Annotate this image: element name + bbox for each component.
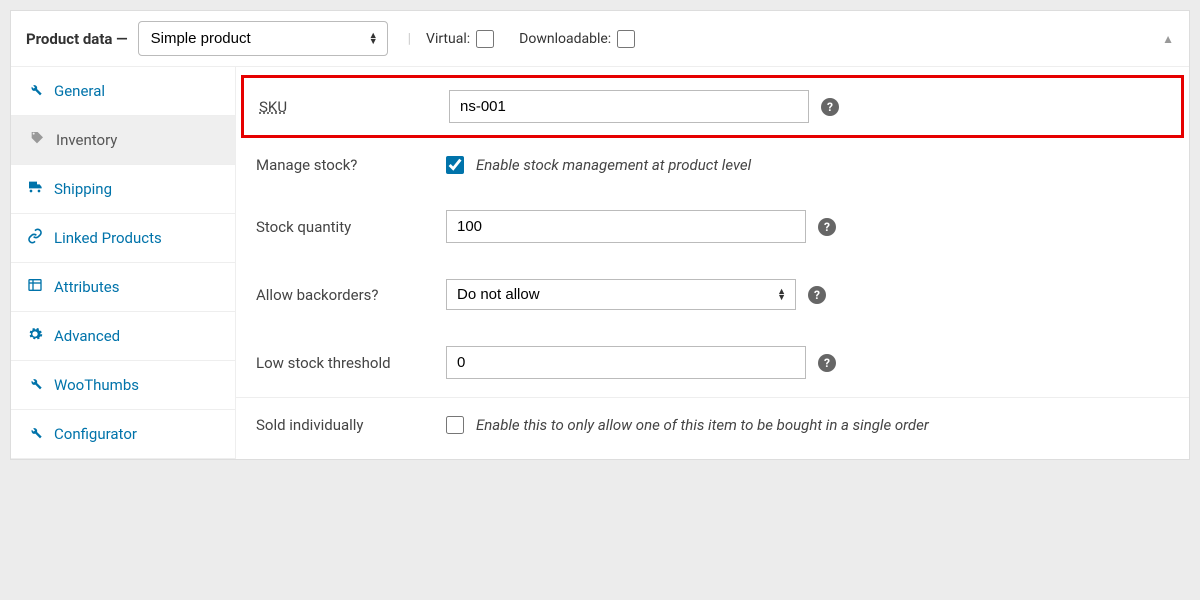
wrench-icon [26,81,44,101]
list-icon [26,277,44,297]
sidebar-item-configurator[interactable]: Configurator [11,410,235,459]
sidebar-item-advanced[interactable]: Advanced [11,312,235,361]
panel-title: Product data — [26,30,128,48]
sidebar-item-label: Configurator [54,425,137,443]
sold-individually-row: Sold individually Enable this to only al… [236,397,1189,452]
manage-stock-hint: Enable stock management at product level [476,156,751,174]
panel-body: General Inventory Shipping Linked Produc… [11,67,1189,459]
help-icon[interactable]: ? [818,218,836,236]
stock-qty-input[interactable] [446,210,806,243]
backorders-label: Allow backorders? [256,286,446,304]
form-area: SKU ? Manage stock? Enable stock managem… [236,67,1189,459]
downloadable-checkbox[interactable] [617,30,635,48]
sidebar-item-label: Inventory [56,131,117,149]
downloadable-toggle[interactable]: Downloadable: [519,30,635,48]
sidebar-item-general[interactable]: General [11,67,235,116]
collapse-icon[interactable]: ▲ [1162,32,1174,46]
wrench-icon [26,375,44,395]
sold-indiv-checkbox[interactable] [446,416,464,434]
truck-icon [26,179,44,199]
tag-icon [28,130,46,150]
help-icon[interactable]: ? [818,354,836,372]
sidebar-item-attributes[interactable]: Attributes [11,263,235,312]
sidebar-item-woothumbs[interactable]: WooThumbs [11,361,235,410]
sidebar-item-label: WooThumbs [54,376,139,394]
sku-highlight: SKU ? [241,75,1184,138]
wrench-icon [26,424,44,444]
sidebar-item-label: Linked Products [54,229,162,247]
manage-stock-checkbox[interactable] [446,156,464,174]
backorders-select-wrap: Do not allow ▲▼ [446,279,796,310]
sidebar-item-shipping[interactable]: Shipping [11,165,235,214]
panel-header: Product data — Simple product ▲▼ | Virtu… [11,11,1189,67]
downloadable-label: Downloadable: [519,31,611,47]
sidebar: General Inventory Shipping Linked Produc… [11,67,236,459]
separator: | [408,31,411,47]
manage-stock-label: Manage stock? [256,156,446,174]
low-stock-label: Low stock threshold [256,354,446,372]
manage-stock-row: Manage stock? Enable stock management at… [236,138,1189,192]
sold-indiv-hint: Enable this to only allow one of this it… [476,416,929,434]
help-icon[interactable]: ? [821,98,839,116]
gear-icon [26,326,44,346]
sidebar-item-linked-products[interactable]: Linked Products [11,214,235,263]
product-type-select-wrap: Simple product ▲▼ [138,21,388,56]
virtual-toggle[interactable]: Virtual: [426,30,494,48]
low-stock-row: Low stock threshold ? [236,328,1189,397]
sku-input[interactable] [449,90,809,123]
stock-qty-row: Stock quantity ? [236,192,1189,261]
product-data-panel: Product data — Simple product ▲▼ | Virtu… [10,10,1190,460]
product-type-select[interactable]: Simple product [138,21,388,56]
sidebar-item-label: Attributes [54,278,120,296]
sidebar-item-label: Advanced [54,327,120,345]
backorders-select[interactable]: Do not allow [446,279,796,310]
virtual-checkbox[interactable] [476,30,494,48]
low-stock-input[interactable] [446,346,806,379]
sidebar-item-label: General [54,82,105,100]
help-icon[interactable]: ? [808,286,826,304]
sidebar-item-inventory[interactable]: Inventory [11,116,235,165]
sidebar-item-label: Shipping [54,180,112,198]
sold-indiv-label: Sold individually [256,416,446,434]
sku-label: SKU [259,98,449,116]
virtual-label: Virtual: [426,31,470,47]
link-icon [26,228,44,248]
stock-qty-label: Stock quantity [256,218,446,236]
backorders-row: Allow backorders? Do not allow ▲▼ ? [236,261,1189,328]
